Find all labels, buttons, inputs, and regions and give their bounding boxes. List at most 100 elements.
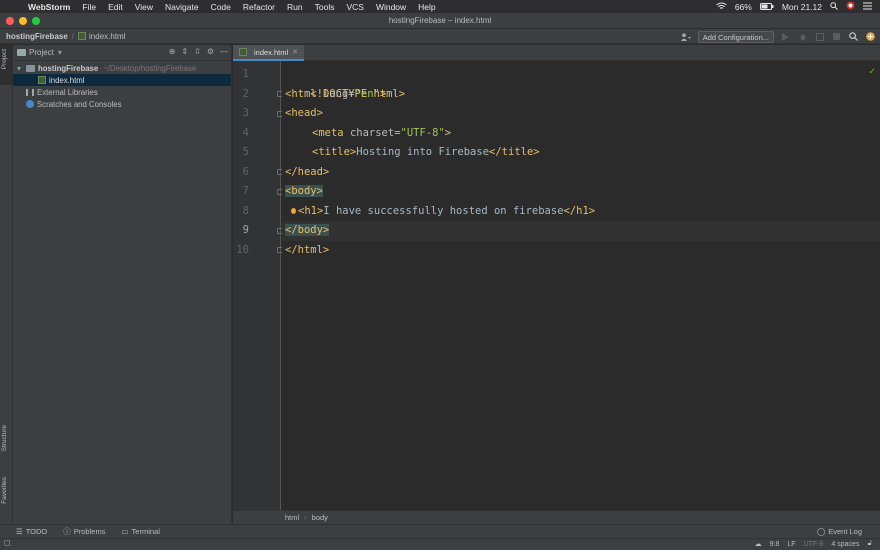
problems-tool-button[interactable]: ⓘ Problems (55, 526, 113, 537)
tree-file-row[interactable]: index.html (13, 74, 231, 86)
nav-project-crumb[interactable]: hostingFirebase (0, 32, 68, 41)
indent-setting[interactable]: 4 spaces (831, 541, 859, 548)
code-editor[interactable]: ✓ <!DOCTYPE html> <html lang="en"> <head… (282, 61, 880, 510)
collapse-all-icon[interactable]: ⇳ (194, 47, 201, 56)
menu-view[interactable]: View (129, 2, 159, 12)
menubar-clock: Mon 21.12 (781, 1, 822, 12)
line-number: 7 (242, 185, 249, 197)
structure-tool-tab[interactable]: Structure (1, 425, 8, 451)
project-tool-tab[interactable]: Project (1, 49, 8, 69)
code-token-tag: </html> (285, 243, 330, 256)
status-bar-widgets: ☁ 9:8 LF UTF-8 4 spaces 🔓︎ (755, 540, 872, 548)
settings-gear-icon[interactable]: ⚙ (207, 47, 214, 56)
menu-tools[interactable]: Tools (309, 2, 341, 12)
menu-edit[interactable]: Edit (102, 2, 129, 12)
project-panel-title[interactable]: Project (29, 48, 54, 57)
lock-icon[interactable]: 🔓︎ (867, 540, 872, 548)
code-token-tag-matched: </body> (285, 224, 330, 236)
stop-icon[interactable] (831, 31, 842, 42)
breadcrumb-html[interactable]: html (285, 513, 299, 522)
chevron-down-icon[interactable]: ▾ (54, 48, 62, 57)
menu-vcs[interactable]: VCS (340, 2, 369, 12)
maximize-window-button[interactable] (32, 17, 40, 25)
vcs-user-icon[interactable] (681, 31, 692, 42)
event-log-button[interactable]: ◯ Event Log (809, 527, 870, 536)
locate-file-icon[interactable]: ⊕ (169, 47, 176, 56)
chevron-down-icon[interactable]: ▾ (17, 64, 26, 73)
wifi-icon[interactable] (716, 2, 727, 12)
menu-run[interactable]: Run (281, 2, 309, 12)
notification-center-icon[interactable] (863, 2, 872, 12)
close-window-button[interactable] (6, 17, 14, 25)
close-tab-icon[interactable]: ✕ (292, 48, 298, 56)
window-title: hostingFirebase – index.html (388, 16, 492, 25)
project-view-icon (17, 49, 26, 56)
add-configuration-button[interactable]: Add Configuration... (697, 30, 774, 43)
event-log-icon: ◯ (816, 527, 826, 536)
code-token-tag: <head> (285, 107, 323, 119)
menu-code[interactable]: Code (205, 2, 237, 12)
git-status-icon[interactable]: ☁ (755, 540, 762, 548)
editor-tab-index[interactable]: index.html ✕ (233, 45, 305, 61)
spotlight-search-icon[interactable] (830, 1, 838, 12)
code-line-7: <body> (285, 182, 323, 202)
debug-icon[interactable] (797, 31, 808, 42)
toggle-tool-windows-icon[interactable]: ▢ (4, 539, 11, 547)
ide-updates-icon[interactable] (865, 31, 876, 42)
tree-external-libraries-row[interactable]: External Libraries (13, 86, 231, 98)
favorites-tool-tab[interactable]: Favorites (1, 477, 8, 504)
menu-refactor[interactable]: Refactor (237, 2, 281, 12)
battery-percent: 66% (734, 1, 752, 12)
tree-root-row[interactable]: ▾ hostingFirebase ~/Desktop/hostingFireb… (13, 62, 231, 74)
editor-breadcrumbs: html › body (233, 510, 880, 524)
search-everywhere-icon[interactable] (848, 31, 859, 42)
project-panel: Project ▾ ⊕ ⇕ ⇳ ⚙ — ▾ hostingFirebase ~/… (13, 45, 232, 524)
menu-app-name[interactable]: WebStorm (22, 2, 76, 12)
tree-root-name: hostingFirebase (38, 63, 99, 73)
breadcrumb-separator: › (304, 513, 307, 522)
line-number: 4 (242, 126, 249, 139)
tree-scratches-row[interactable]: Scratches and Consoles (13, 98, 231, 110)
todo-tool-button[interactable]: ☰ TODO (0, 527, 55, 536)
code-token-tag: </title> (489, 146, 540, 158)
project-panel-header: Project ▾ ⊕ ⇕ ⇳ ⚙ — (13, 45, 231, 61)
code-token-tag: <h1> (298, 204, 324, 217)
no-problems-check-icon[interactable]: ✓ (868, 66, 876, 77)
expand-all-icon[interactable]: ⇕ (181, 47, 188, 56)
hide-panel-icon[interactable]: — (220, 47, 228, 56)
code-line-4: <meta charset="UTF-8"> (312, 124, 451, 144)
bottom-tool-bar: ☰ TODO ⓘ Problems ▭ Terminal ◯ Event Log (0, 524, 880, 538)
scratches-icon (26, 100, 34, 108)
run-icon[interactable] (780, 31, 791, 42)
code-token-tag-matched: <body> (285, 185, 323, 197)
window-titlebar: hostingFirebase – index.html (0, 13, 880, 29)
coverage-icon[interactable] (814, 31, 825, 42)
code-token-tag: </h1> (563, 204, 596, 217)
file-encoding[interactable]: UTF-8 (804, 541, 824, 548)
menu-help[interactable]: Help (412, 2, 441, 12)
line-separator[interactable]: LF (787, 541, 795, 548)
code-line-6: </head> (285, 163, 329, 183)
intention-bulb-icon[interactable] (291, 208, 296, 214)
tree-file-name: index.html (49, 75, 85, 85)
breadcrumb-body[interactable]: body (312, 513, 328, 522)
minimize-window-button[interactable] (19, 17, 27, 25)
macos-menubar: WebStorm File Edit View Navigate Code Re… (0, 0, 880, 13)
menu-navigate[interactable]: Navigate (159, 2, 205, 12)
code-line-5: <title>Hosting into Firebase</title> (312, 143, 540, 163)
code-line-10: </html> (285, 241, 329, 261)
editor-tab-label: index.html (254, 47, 289, 57)
terminal-label: Terminal (131, 527, 160, 536)
battery-icon[interactable] (759, 2, 774, 12)
menu-file[interactable]: File (76, 2, 102, 12)
user-avatar-icon[interactable] (846, 1, 855, 12)
terminal-tool-button[interactable]: ▭ Terminal (113, 527, 167, 536)
caret-position[interactable]: 9:8 (770, 541, 780, 548)
menu-window[interactable]: Window (370, 2, 412, 12)
line-number: 5 (242, 146, 249, 158)
code-token-tag: </head> (285, 165, 330, 178)
line-number: 3 (242, 107, 249, 119)
code-token-string: "en" (354, 87, 380, 100)
nav-file-crumb[interactable]: index.html (89, 32, 125, 41)
todo-label: TODO (25, 527, 48, 536)
